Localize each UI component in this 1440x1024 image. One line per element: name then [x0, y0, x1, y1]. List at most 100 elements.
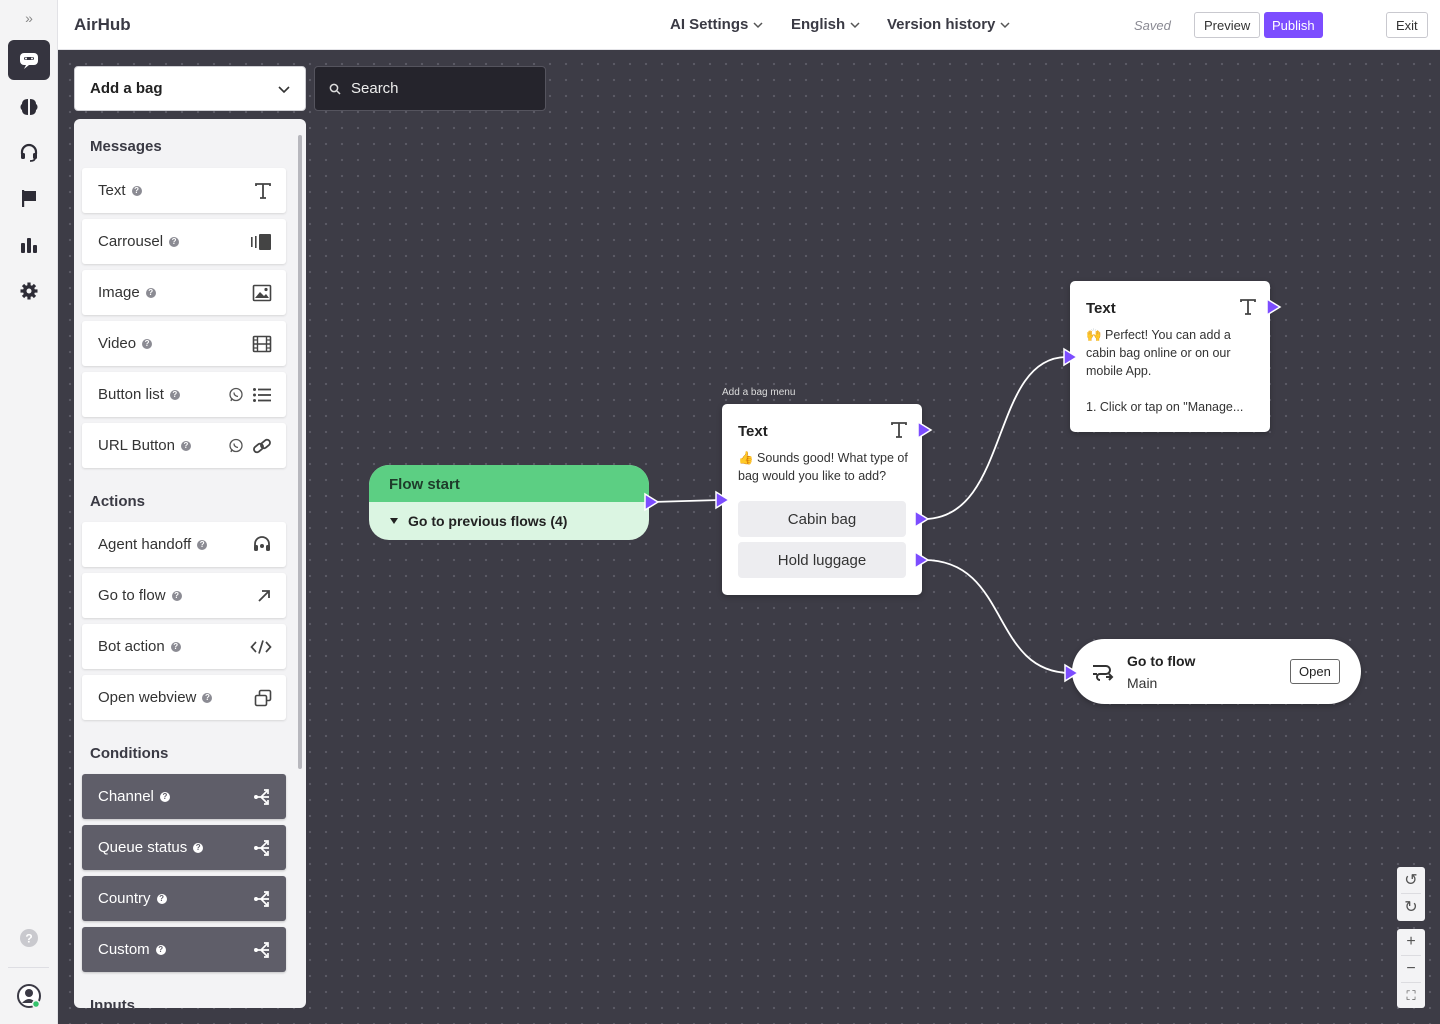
branch-icon	[254, 839, 269, 856]
palette-item-video[interactable]: Video?	[82, 321, 286, 366]
palette-item-text[interactable]: Text?	[82, 168, 286, 213]
item-label: Country	[98, 890, 151, 907]
branch-icon	[254, 941, 269, 958]
go-to-flow-node[interactable]: Go to flow Main Open	[1072, 639, 1361, 704]
palette-scrollbar[interactable]	[298, 135, 302, 769]
zoom-out-button[interactable]: −	[1397, 956, 1425, 982]
help-icon[interactable]: ?	[159, 791, 170, 802]
item-label: Video	[98, 335, 137, 352]
video-icon	[252, 335, 272, 352]
item-label: Queue status	[98, 839, 188, 856]
palette-item-bot-action[interactable]: Bot action?	[82, 624, 286, 669]
help-icon[interactable]: ?	[142, 338, 153, 349]
carousel-icon	[251, 233, 271, 250]
chevron-down-icon	[278, 85, 290, 93]
webview-icon	[254, 689, 272, 706]
help-icon[interactable]: ?	[181, 440, 191, 451]
connector-line	[923, 559, 1071, 674]
node-label: Add a bag menu	[722, 387, 796, 398]
palette-item-button-list[interactable]: Button list?	[82, 372, 286, 417]
previous-flows-label: Go to previous flows (4)	[408, 513, 568, 529]
palette-item-url-button[interactable]: URL Button?	[82, 423, 286, 468]
help-icon[interactable]: ?	[193, 842, 204, 853]
redo-button[interactable]: ↻	[1397, 894, 1425, 920]
item-label: Custom	[98, 941, 150, 958]
arrow-up-right-icon	[258, 589, 270, 602]
help-icon[interactable]: ?	[156, 893, 167, 904]
flow-start-node[interactable]: Flow start Go to previous flows (4)	[369, 465, 649, 540]
node-message-line: 1. Click or tap on "Manage...	[1086, 400, 1244, 414]
help-icon[interactable]: ?	[169, 236, 180, 247]
image-icon	[252, 284, 272, 301]
list-icon	[253, 387, 271, 402]
option-button-hold-luggage[interactable]: Hold luggage	[738, 542, 906, 578]
node-title: Go to flow	[1127, 653, 1196, 669]
palette-item-carrousel[interactable]: Carrousel?	[82, 219, 286, 264]
code-icon	[250, 639, 272, 654]
headset-icon	[254, 535, 270, 551]
block-palette: Messages Text? Carrousel? Image? Video? …	[74, 119, 306, 1008]
palette-item-channel[interactable]: Channel?	[82, 774, 286, 819]
palette-item-open-webview[interactable]: Open webview?	[82, 675, 286, 720]
palette-item-queue-status[interactable]: Queue status?	[82, 825, 286, 870]
fit-view-button[interactable]: ⛶	[1397, 983, 1425, 1009]
node-message: 🙌 Perfect! You can add a cabin bag onlin…	[1086, 328, 1231, 378]
item-label: Text	[98, 182, 126, 199]
section-title-messages: Messages	[90, 138, 162, 155]
history-controls: ↺ ↻	[1397, 867, 1425, 921]
section-title-conditions: Conditions	[90, 745, 169, 762]
text-icon	[255, 182, 271, 199]
text-menu-node[interactable]: Text 👍 Sounds good! What type of bag wou…	[722, 404, 922, 595]
palette-item-image[interactable]: Image?	[82, 270, 286, 315]
search-input[interactable]: Search	[314, 66, 546, 111]
item-label: Button list	[98, 386, 164, 403]
section-title-inputs: Inputs	[90, 997, 135, 1008]
item-label: Open webview	[98, 689, 197, 706]
palette-item-agent-handoff[interactable]: Agent handoff?	[82, 522, 286, 567]
connector-line	[923, 356, 1067, 520]
link-icon	[253, 438, 271, 453]
item-label: URL Button	[98, 437, 175, 454]
search-icon	[329, 83, 341, 95]
previous-flows-toggle[interactable]: Go to previous flows (4)	[369, 502, 649, 540]
help-icon[interactable]: ?	[171, 590, 182, 601]
undo-button[interactable]: ↺	[1397, 867, 1425, 893]
item-label: Carrousel	[98, 233, 164, 250]
branch-icon	[254, 788, 269, 805]
help-icon[interactable]: ?	[145, 287, 156, 298]
flow-start-title: Flow start	[369, 465, 649, 502]
branch-icon	[254, 890, 269, 907]
item-label: Channel	[98, 788, 154, 805]
help-icon[interactable]: ?	[155, 944, 166, 955]
redirect-icon	[1093, 665, 1114, 681]
palette-item-custom[interactable]: Custom?	[82, 927, 286, 972]
node-title: Text	[1086, 300, 1116, 317]
node-message: 👍 Sounds good! What type of bag would yo…	[738, 451, 908, 483]
whatsapp-icon	[229, 387, 243, 401]
flow-select-value: Add a bag	[90, 80, 163, 97]
text-node[interactable]: Text 🙌 Perfect! You can add a cabin bag …	[1070, 281, 1270, 432]
help-icon[interactable]: ?	[131, 185, 142, 196]
zoom-controls: + − ⛶	[1397, 929, 1425, 1008]
section-title-actions: Actions	[90, 493, 146, 510]
palette-item-country[interactable]: Country?	[82, 876, 286, 921]
help-icon[interactable]: ?	[202, 692, 213, 703]
option-button-cabin-bag[interactable]: Cabin bag	[738, 501, 906, 537]
open-flow-button[interactable]: Open	[1290, 659, 1340, 684]
target-flow: Main	[1127, 675, 1158, 691]
flow-select-dropdown[interactable]: Add a bag	[74, 66, 306, 111]
help-icon[interactable]: ?	[170, 641, 181, 652]
item-label: Image	[98, 284, 140, 301]
node-title: Text	[738, 423, 768, 440]
zoom-in-button[interactable]: +	[1397, 929, 1425, 955]
connector-line	[651, 499, 721, 503]
text-icon	[1240, 299, 1256, 315]
help-icon[interactable]: ?	[169, 389, 180, 400]
caret-down-icon	[390, 518, 398, 524]
search-placeholder: Search	[351, 80, 399, 97]
item-label: Agent handoff	[98, 536, 192, 553]
text-icon	[891, 422, 907, 438]
palette-item-go-to-flow[interactable]: Go to flow?	[82, 573, 286, 618]
item-label: Go to flow	[98, 587, 166, 604]
help-icon[interactable]: ?	[197, 539, 208, 550]
